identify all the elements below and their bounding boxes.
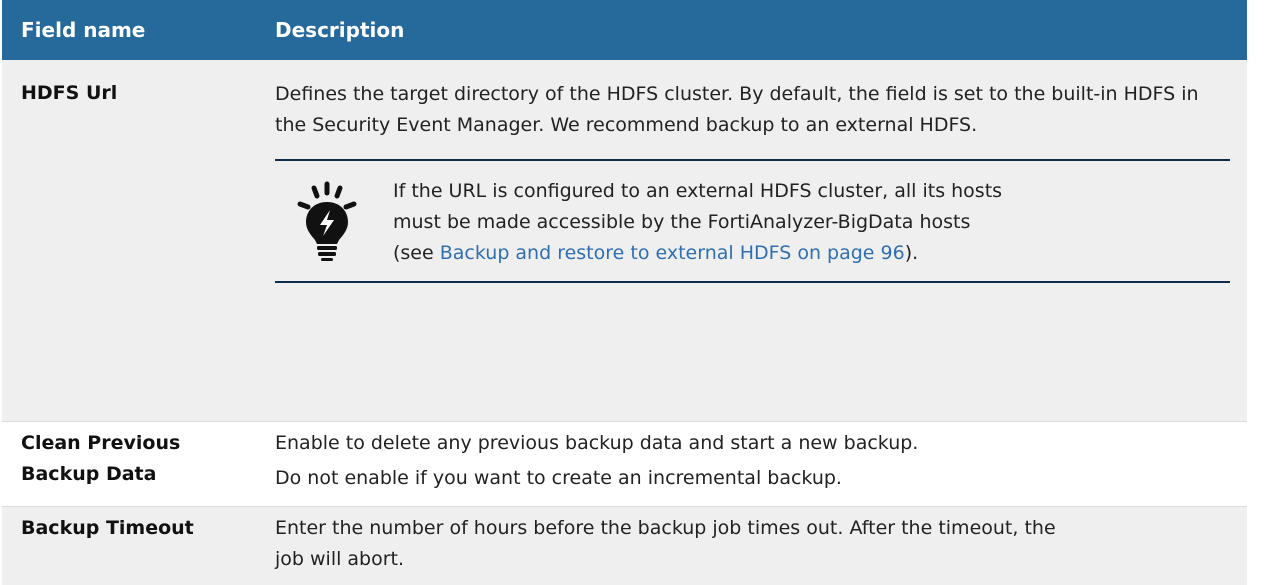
description-line-2: job will abort. [275, 548, 405, 570]
field-name-line-1: Clean Previous [21, 432, 181, 454]
tip-line-1: If the URL is configured to an external … [393, 179, 1003, 202]
tip-prefix: (see [393, 241, 440, 264]
field-name-cell: HDFS Url [21, 82, 118, 104]
table-row-hdfs-url: HDFS Url Defines the target directory of… [2, 60, 1247, 422]
field-name-cell: Clean Previous Backup Data [2, 422, 275, 506]
description-text-1: Enable to delete any previous backup dat… [275, 432, 919, 454]
tip-note: If the URL is configured to an external … [275, 159, 1230, 283]
header-field-name: Field name [21, 18, 146, 42]
tip-line-2: must be made accessible by the FortiAnal… [393, 210, 971, 233]
backup-restore-link[interactable]: Backup and restore to external HDFS on p… [440, 242, 905, 264]
tip-note-text: If the URL is configured to an external … [379, 174, 1002, 269]
tip-line-3: (see Backup and restore to external HDFS… [393, 238, 1002, 269]
table-row-clean-previous: Clean Previous Backup Data Enable to del… [2, 422, 1247, 507]
table-header: Field name Description [2, 0, 1247, 60]
description-line-1: Enter the number of hours before the bac… [275, 517, 1056, 539]
field-name-cell: Backup Timeout [21, 517, 194, 539]
field-name-line-2: Backup Data [21, 463, 157, 485]
description-cell: Enable to delete any previous backup dat… [275, 422, 1247, 506]
lightbulb-icon [275, 180, 379, 262]
description-cell: Defines the target directory of the HDFS… [275, 60, 1247, 421]
description-cell: Enter the number of hours before the bac… [275, 507, 1247, 585]
description-text: Defines the target directory of the HDFS… [275, 83, 1199, 136]
description-text-2: Do not enable if you want to create an i… [275, 467, 842, 489]
table-row-backup-timeout: Backup Timeout Enter the number of hours… [2, 507, 1247, 585]
header-description: Description [275, 18, 405, 42]
tip-suffix: ). [904, 241, 919, 264]
field-description-table: Field name Description HDFS Url Defines … [2, 0, 1247, 585]
